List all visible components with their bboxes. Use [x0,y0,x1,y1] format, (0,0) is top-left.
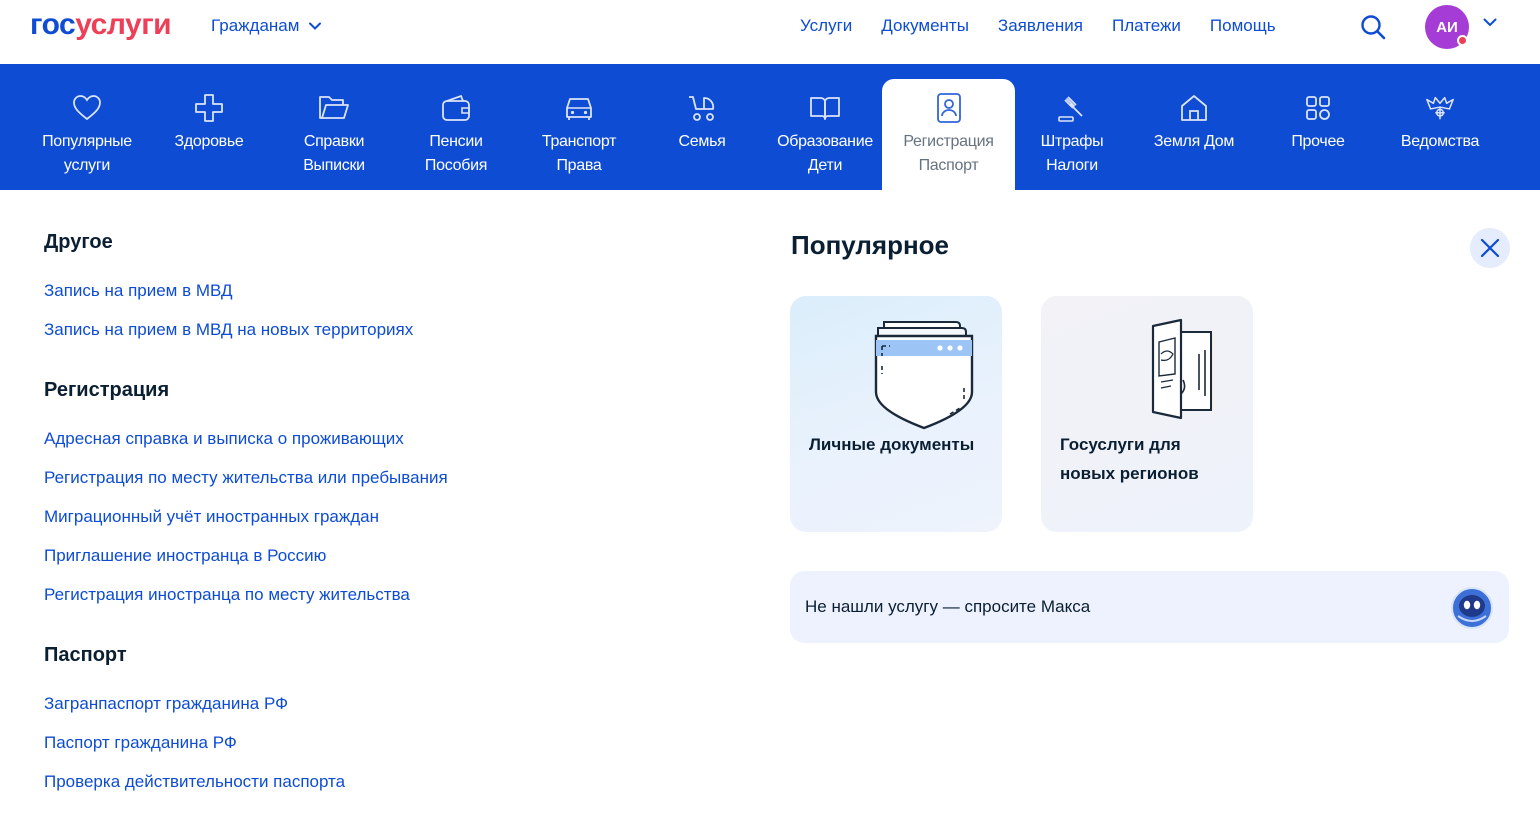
open-door-passport-icon [1151,318,1213,420]
popular-title: Популярное [791,230,950,260]
logo-part-uslugi: услуги [75,8,172,41]
link-address-certificate[interactable]: Адресная справка и выписка о проживающих [44,427,744,451]
category-label: Транспорт Права [541,133,617,174]
chevron-down-icon[interactable] [1483,18,1497,27]
logo-part-gos: гос [30,8,76,41]
category-registration-passport[interactable]: Регистрация Паспорт [882,79,1015,190]
heart-icon [71,92,103,124]
top-nav: Услуги Документы Заявления Платежи Помощ… [800,16,1276,36]
nav-help[interactable]: Помощь [1210,16,1276,36]
group-title-other: Другое [44,231,113,253]
grid-icon [1302,92,1334,124]
group-title-registration: Регистрация [44,379,170,401]
stroller-icon [686,92,718,124]
category-other[interactable]: Прочее [1268,64,1368,190]
ask-max-banner[interactable]: Не нашли услугу — спросите Макса [790,571,1509,643]
avatar[interactable]: АИ [1425,5,1469,49]
category-label: Справки Выписки [303,133,365,174]
top-header: госуслуги Гражданам Услуги Документы Зая… [0,0,1540,64]
link-passport-validity-check[interactable]: Проверка действительности паспорта [44,770,744,794]
group-title-passport: Паспорт [44,644,127,666]
nav-services[interactable]: Услуги [800,16,852,36]
category-label: Регистрация Паспорт [903,133,994,174]
category-label: Прочее [1291,133,1345,150]
link-internal-passport[interactable]: Паспорт гражданина РФ [44,731,744,755]
book-icon [809,92,841,124]
gosuslugi-logo[interactable]: госуслуги [30,8,172,42]
link-migration-registration[interactable]: Миграционный учёт иностранных граждан [44,505,744,529]
close-button[interactable] [1470,228,1510,268]
category-family[interactable]: Семья [656,64,748,190]
category-label: Штрафы Налоги [1040,133,1104,174]
link-residence-registration[interactable]: Регистрация по месту жительства или преб… [44,466,744,490]
ask-max-text: Не нашли услугу — спросите Макса [805,597,1091,616]
category-bar: Популярные услуги Здоровье Справки Выпис… [0,64,1540,190]
folder-icon [318,92,350,124]
services-list: Другое Запись на прием в МВД Запись на п… [44,228,744,794]
search-icon[interactable] [1359,13,1387,41]
category-certificates[interactable]: Справки Выписки [280,64,388,190]
category-label: Пенсии Пособия [424,133,488,174]
category-label: Земля Дом [1153,133,1235,150]
category-land-house[interactable]: Земля Дом [1140,64,1248,190]
medical-cross-icon [193,92,225,124]
link-foreigner-invitation[interactable]: Приглашение иностранца в Россию [44,544,744,568]
category-label: Образование Дети [777,133,873,174]
category-label: Здоровье [174,133,244,150]
avatar-initials: АИ [1436,18,1458,36]
notification-dot [1457,35,1468,46]
robot-assistant-icon [1451,587,1493,629]
car-icon [563,92,595,124]
wallet-icon [440,92,472,124]
audience-label: Гражданам [211,16,300,35]
category-pensions[interactable]: Пенсии Пособия [402,64,510,190]
category-transport[interactable]: Транспорт Права [525,64,633,190]
category-agencies[interactable]: Ведомства [1386,64,1494,190]
document-pocket-icon [874,321,974,430]
house-icon [1178,92,1210,124]
popular-card-personal-documents[interactable]: Личные документы [790,296,1002,532]
category-health[interactable]: Здоровье [155,64,263,190]
category-popular[interactable]: Популярные услуги [31,64,143,190]
category-label: Семья [678,133,726,150]
card-title: Госуслуги для новых регионов [1060,435,1199,483]
popular-card-new-regions[interactable]: Госуслуги для новых регионов [1041,296,1253,532]
passport-icon [933,92,965,124]
category-education[interactable]: Образование Дети [768,64,882,190]
audience-selector[interactable]: Гражданам [211,16,322,36]
chevron-down-icon [309,22,322,30]
card-title: Личные документы [809,435,975,454]
category-label: Популярные услуги [42,133,132,174]
close-icon [1480,238,1500,258]
link-foreign-passport[interactable]: Загранпаспорт гражданина РФ [44,692,744,716]
category-label: Ведомства [1400,133,1480,150]
link-mvd-appointment-new-territories[interactable]: Запись на прием в МВД на новых территори… [44,318,744,342]
nav-payments[interactable]: Платежи [1112,16,1181,36]
nav-applications[interactable]: Заявления [998,16,1083,36]
emblem-icon [1424,92,1456,124]
gavel-icon [1056,92,1088,124]
nav-documents[interactable]: Документы [881,16,969,36]
link-mvd-appointment[interactable]: Запись на прием в МВД [44,279,744,303]
category-fines-taxes[interactable]: Штрафы Налоги [1020,64,1124,190]
link-foreigner-residence[interactable]: Регистрация иностранца по месту жительст… [44,583,744,607]
